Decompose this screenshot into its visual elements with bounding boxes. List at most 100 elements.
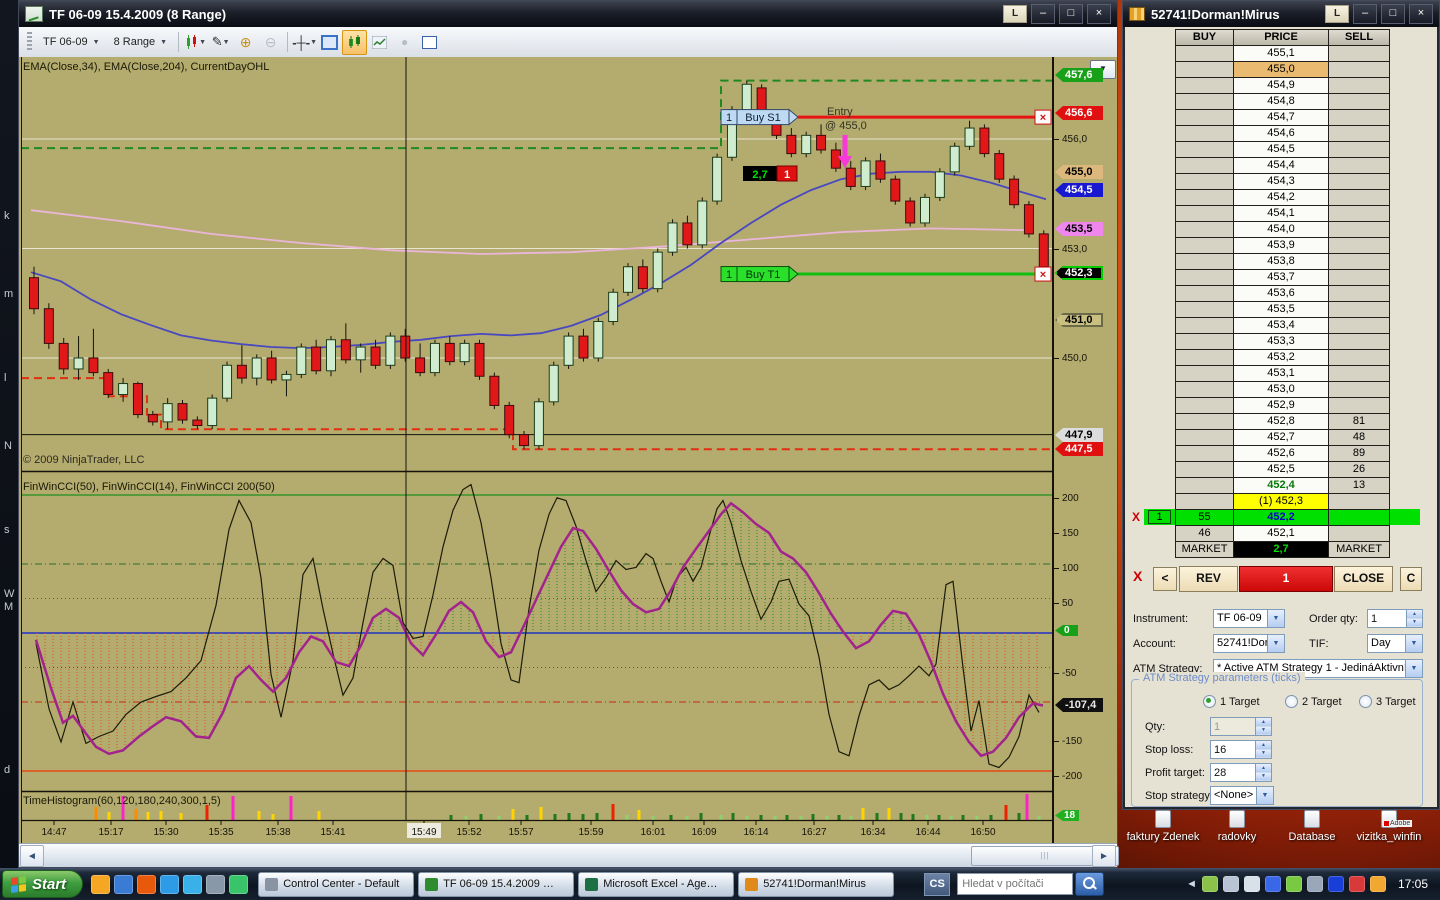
ladder-sell-cell[interactable]: MARKET (1329, 542, 1390, 558)
minimize-button[interactable]: – (1031, 4, 1055, 24)
instrument-selector[interactable]: TF 06-09 ▼ (36, 33, 107, 51)
region-select-button[interactable] (317, 30, 342, 55)
search-input[interactable] (957, 873, 1074, 895)
ladder-row[interactable]: 453,7 (1176, 270, 1390, 286)
zoom-out-button[interactable]: ⊖ (258, 30, 283, 55)
language-indicator[interactable]: CS (924, 872, 951, 896)
drawing-tools-button[interactable]: ✎ ▼ (208, 30, 233, 55)
data-grid-button[interactable] (417, 30, 442, 55)
chevron-down-icon[interactable]: ▼ (1267, 610, 1284, 627)
ladder-buy-cell[interactable] (1176, 158, 1234, 174)
ladder-buy-cell[interactable] (1176, 270, 1234, 286)
ladder-sell-cell[interactable] (1329, 382, 1390, 398)
ladder-price-cell[interactable]: 453,8 (1234, 254, 1329, 270)
maximize-button[interactable]: □ (1059, 4, 1083, 24)
ladder-row[interactable]: 453,8 (1176, 254, 1390, 270)
ladder-price-cell[interactable]: 455,0 (1234, 62, 1329, 78)
ladder-buy-cell[interactable] (1176, 350, 1234, 366)
ladder-price-cell[interactable]: 453,4 (1234, 318, 1329, 334)
ladder-sell-cell[interactable] (1329, 302, 1390, 318)
chevron-down-icon[interactable]: ▼ (1256, 787, 1273, 804)
taskbar-button[interactable]: Microsoft Excel - Age… (578, 871, 735, 897)
ladder-sell-cell[interactable] (1329, 318, 1390, 334)
chevron-down-icon[interactable]: ▼ (1405, 660, 1422, 677)
ladder-buy-cell[interactable] (1176, 318, 1234, 334)
desktop-icon[interactable]: Database (1274, 810, 1350, 844)
taskbar-button[interactable]: Control Center - Default (258, 871, 415, 897)
ladder-row[interactable]: 453,1 (1176, 366, 1390, 382)
ladder-price-cell[interactable]: 454,8 (1234, 94, 1329, 110)
ladder-row[interactable]: 454,8 (1176, 94, 1390, 110)
chevron-down-icon[interactable]: ▼ (1405, 635, 1422, 652)
ladder-sell-cell[interactable] (1329, 270, 1390, 286)
minimize-button[interactable]: – (1353, 4, 1377, 24)
ladder-buy-cell[interactable] (1176, 302, 1234, 318)
ladder-buy-cell[interactable] (1176, 398, 1234, 414)
start-button[interactable]: Start (2, 870, 84, 898)
order-qty-input[interactable] (1368, 610, 1406, 627)
browser-icon[interactable] (114, 874, 134, 894)
ladder-sell-cell[interactable] (1329, 494, 1390, 510)
ladder-price-cell[interactable]: 452,2 (1234, 510, 1329, 526)
ladder-sell-cell[interactable] (1329, 350, 1390, 366)
scroll-right-button[interactable]: ► (1092, 845, 1116, 867)
stop-strategy-combo[interactable]: <None> ▼ (1210, 786, 1274, 805)
reverse-button[interactable]: REV (1179, 566, 1238, 592)
ladder-buy-cell[interactable] (1176, 446, 1234, 462)
ladder-buy-cell[interactable] (1176, 414, 1234, 430)
ladder-price-cell[interactable]: 452,4 (1234, 478, 1329, 494)
ladder-sell-cell[interactable] (1329, 334, 1390, 350)
ladder-buy-cell[interactable]: 55 (1176, 510, 1234, 526)
sidebar-icon[interactable] (1201, 876, 1218, 892)
chevron-down-icon[interactable]: ▼ (1267, 635, 1284, 652)
ladder-row[interactable]: 452,6 89 (1176, 446, 1390, 462)
ladder-price-cell[interactable]: 453,1 (1234, 366, 1329, 382)
ladder-price-cell[interactable]: 453,2 (1234, 350, 1329, 366)
media-player-icon[interactable] (183, 874, 203, 894)
ladder-sell-cell[interactable]: 81 (1329, 414, 1390, 430)
ladder-row[interactable]: 452,8 81 (1176, 414, 1390, 430)
qty-input[interactable] (1211, 718, 1255, 735)
ladder-buy-cell[interactable] (1176, 382, 1234, 398)
snapshot-button[interactable]: ● (392, 30, 417, 55)
ladder-sell-cell[interactable] (1329, 190, 1390, 206)
ladder-sell-cell[interactable] (1329, 158, 1390, 174)
ladder-sell-cell[interactable] (1329, 94, 1390, 110)
data-series-button[interactable] (367, 30, 392, 55)
link-button[interactable]: L (1325, 5, 1349, 23)
ladder-price-cell[interactable]: 455,1 (1234, 46, 1329, 62)
ladder-row[interactable]: 453,4 (1176, 318, 1390, 334)
bluetooth-icon[interactable] (1327, 876, 1344, 892)
globe-icon[interactable] (229, 874, 249, 894)
display-off-icon[interactable] (1243, 876, 1260, 892)
ladder-row[interactable]: 453,9 (1176, 238, 1390, 254)
messenger-icon[interactable] (1285, 876, 1302, 892)
ladder-sell-cell[interactable]: 13 (1329, 478, 1390, 494)
ladder-price-cell[interactable]: 454,9 (1234, 78, 1329, 94)
instrument-combo[interactable]: TF 06-09 ▼ (1213, 609, 1285, 628)
ladder-sell-cell[interactable] (1329, 174, 1390, 190)
superdom-titlebar[interactable]: 52741!Dorman!Mirus L – □ × (1123, 1, 1439, 27)
link-button[interactable]: L (1003, 5, 1027, 23)
ladder-buy-cell[interactable] (1176, 46, 1234, 62)
ladder-sell-cell[interactable] (1329, 510, 1390, 526)
ladder-sell-cell[interactable] (1329, 126, 1390, 142)
ladder-buy-cell[interactable] (1176, 462, 1234, 478)
ladder-row[interactable]: 452,9 (1176, 398, 1390, 414)
ladder-price-cell[interactable]: 453,3 (1234, 334, 1329, 350)
taskbar-button[interactable]: TF 06-09 15.4.2009 … (418, 871, 575, 897)
ladder-sell-cell[interactable] (1329, 286, 1390, 302)
ladder-buy-cell[interactable] (1176, 238, 1234, 254)
ladder-sell-cell[interactable]: 48 (1329, 430, 1390, 446)
security-icon[interactable] (1348, 876, 1365, 892)
ladder-price-cell[interactable]: 454,4 (1234, 158, 1329, 174)
close-position-button[interactable]: CLOSE (1334, 566, 1393, 592)
cancel-order-x[interactable]: X (1132, 509, 1140, 525)
ladder-row[interactable]: 454,3 (1176, 174, 1390, 190)
ladder-buy-cell[interactable] (1176, 126, 1234, 142)
ladder-sell-cell[interactable] (1329, 62, 1390, 78)
horizontal-scrollbar[interactable]: ◄ ||| ► (19, 843, 1119, 867)
ladder-price-cell[interactable]: 452,9 (1234, 398, 1329, 414)
ladder-row[interactable]: 454,4 (1176, 158, 1390, 174)
crosshair-button[interactable]: -┼- ▼ (292, 30, 317, 55)
